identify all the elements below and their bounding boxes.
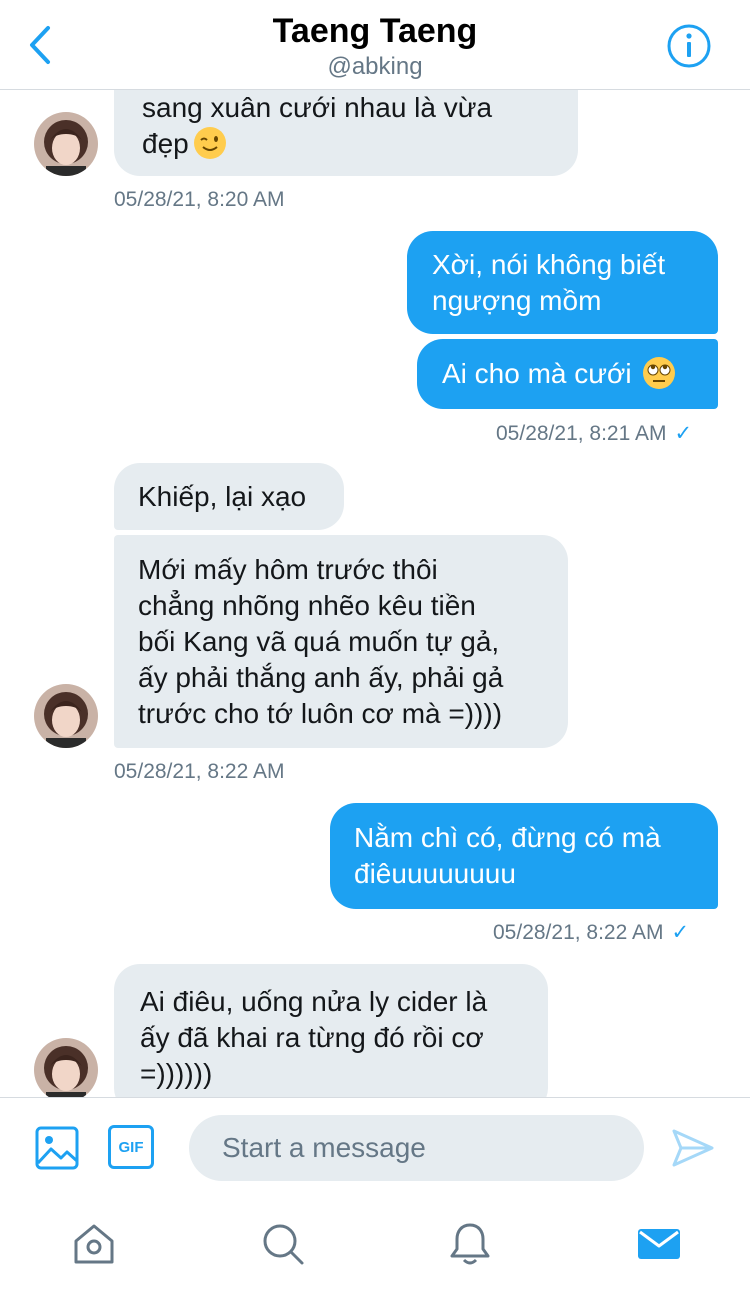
gif-button[interactable]: GIF <box>108 1125 154 1169</box>
timestamp-text: 05/28/21, 8:22 AM <box>493 921 664 944</box>
message-line: Nằm chì có, đừng có mà <box>354 822 661 853</box>
message-text: Ai cho mà cưới <box>442 358 632 389</box>
message-line: trước cho tớ luôn cơ mà =)))) <box>138 697 503 729</box>
add-image-button[interactable] <box>34 1125 80 1171</box>
eye-roll-emoji-icon <box>642 357 675 389</box>
message-line: ấy đã khai ra từng đó rồi cơ <box>140 1022 484 1053</box>
sent-check-icon: ✓ <box>671 921 690 944</box>
bell-icon <box>450 1223 490 1265</box>
message-composer: GIF <box>0 1097 750 1197</box>
message-line: Mới mấy hôm trước thôi <box>138 553 438 585</box>
info-button[interactable] <box>666 23 712 69</box>
tab-home[interactable] <box>71 1221 117 1267</box>
avatar[interactable] <box>34 112 98 176</box>
info-icon <box>667 24 711 68</box>
message-line: sang xuân cưới nhau là vừa <box>142 92 493 123</box>
sent-check-icon: ✓ <box>674 422 693 445</box>
message-line: Ai điêu, uống nửa ly cider là <box>140 986 488 1017</box>
conversation-handle: @abking <box>327 53 423 80</box>
wink-emoji-icon <box>193 127 226 159</box>
incoming-message[interactable]: Mới mấy hôm trước thôi chẳng nhõng nhẽo … <box>114 535 568 748</box>
message-line: bối Kang vã quá muốn tự gả, <box>138 625 500 657</box>
avatar[interactable] <box>34 684 98 748</box>
message-line: đẹp <box>142 128 189 159</box>
timestamp: 05/28/21, 8:22 AM ✓ <box>493 920 689 945</box>
bottom-tab-bar <box>0 1197 750 1295</box>
avatar[interactable] <box>34 1038 98 1097</box>
conversation-header: Taeng Taeng @abking <box>0 0 750 90</box>
avatar-photo-icon <box>34 684 98 748</box>
message-line: điêuuuuuuuu <box>354 858 516 889</box>
send-button[interactable] <box>670 1125 716 1171</box>
search-icon <box>263 1224 304 1265</box>
incoming-message[interactable]: Ai điêu, uống nửa ly cider là ấy đã khai… <box>114 964 548 1097</box>
message-line: Khiếp, lại xạo <box>138 480 307 512</box>
conversation[interactable]: sang xuân cưới nhau là vừa đẹp 05/28/21,… <box>0 0 750 1097</box>
home-icon <box>74 1224 114 1264</box>
outgoing-message[interactable]: Ai cho mà cưới <box>417 339 718 409</box>
tab-search[interactable] <box>260 1221 306 1267</box>
mail-icon <box>638 1229 680 1259</box>
incoming-message[interactable]: sang xuân cưới nhau là vừa đẹp <box>114 76 578 176</box>
incoming-message[interactable]: Khiếp, lại xạo <box>114 463 344 530</box>
message-line: ngượng mồm <box>432 284 602 316</box>
conversation-title[interactable]: Taeng Taeng <box>0 12 750 51</box>
tab-messages[interactable] <box>636 1221 682 1267</box>
message-input[interactable] <box>189 1115 644 1181</box>
message-line: ấy phải thắng anh ấy, phải gả <box>138 661 504 693</box>
timestamp-text: 05/28/21, 8:21 AM <box>496 422 667 445</box>
avatar-photo-icon <box>34 1038 98 1097</box>
timestamp: 05/28/21, 8:20 AM <box>114 188 285 211</box>
message-line: Xời, nói không biết <box>432 248 666 280</box>
outgoing-message[interactable]: Nằm chì có, đừng có mà điêuuuuuuuu <box>330 803 718 909</box>
timestamp: 05/28/21, 8:21 AM ✓ <box>496 421 692 446</box>
message-line: =)))))) <box>140 1058 213 1089</box>
message-line: chẳng nhõng nhẽo kêu tiền <box>138 589 476 621</box>
send-icon <box>672 1129 714 1167</box>
image-icon <box>35 1126 79 1170</box>
avatar-photo-icon <box>34 112 98 176</box>
message-line: đẹp <box>142 126 550 162</box>
tab-notifications[interactable] <box>447 1221 493 1267</box>
timestamp: 05/28/21, 8:22 AM <box>114 760 285 783</box>
message-line: Ai cho mà cưới <box>442 356 690 392</box>
outgoing-message[interactable]: Xời, nói không biết ngượng mồm <box>407 231 718 334</box>
